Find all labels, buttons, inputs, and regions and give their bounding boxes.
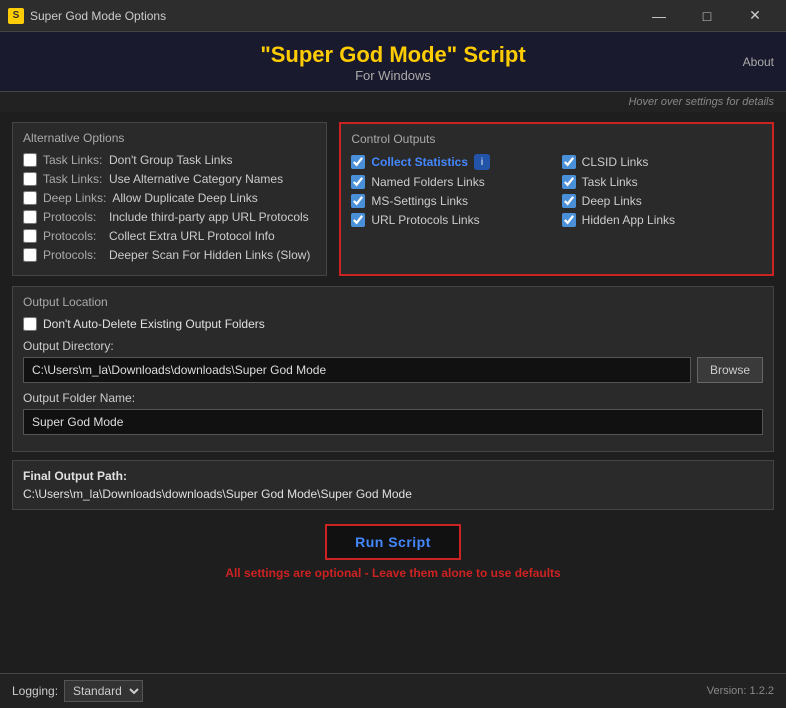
logging-row: Logging: Standard Verbose Minimal	[12, 680, 143, 702]
maximize-button[interactable]: □	[684, 0, 730, 32]
list-item: Task Links	[562, 175, 762, 189]
minimize-button[interactable]: —	[636, 0, 682, 32]
ctrl-opt-0-label: Collect Statistics	[371, 155, 468, 169]
list-item: Protocols: Include third-party app URL P…	[23, 210, 316, 224]
list-item: Task Links: Don't Group Task Links	[23, 153, 316, 167]
info-icon[interactable]: i	[474, 154, 490, 170]
final-output-section: Final Output Path: C:\Users\m_la\Downloa…	[12, 460, 774, 510]
ctrl-opt-4-checkbox[interactable]	[351, 194, 365, 208]
app-title-highlight: "Super God Mode"	[260, 42, 457, 67]
alt-opt-0-checkbox[interactable]	[23, 153, 37, 167]
hover-hint: Hover over settings for details	[0, 92, 786, 112]
output-location-section: Output Location Don't Auto-Delete Existi…	[12, 286, 774, 452]
alt-opt-5-checkbox[interactable]	[23, 248, 37, 262]
window-controls: — □ ✕	[636, 0, 778, 32]
list-item: Collect Statistics i	[351, 154, 551, 170]
app-icon: S	[8, 8, 24, 24]
footer: Logging: Standard Verbose Minimal Versio…	[0, 673, 786, 708]
ctrl-opt-3-checkbox[interactable]	[562, 175, 576, 189]
folder-name-row	[23, 409, 763, 435]
directory-input[interactable]	[23, 357, 691, 383]
ctrl-opt-6-checkbox[interactable]	[351, 213, 365, 227]
list-item: MS-Settings Links	[351, 194, 551, 208]
dont-auto-delete-row: Don't Auto-Delete Existing Output Folder…	[23, 317, 763, 331]
list-item: CLSID Links	[562, 154, 762, 170]
ctrl-opt-1-label: CLSID Links	[582, 155, 649, 169]
app-title: "Super God Mode" Script	[0, 42, 786, 68]
directory-row: Browse	[23, 357, 763, 383]
alt-opt-0-val: Don't Group Task Links	[109, 153, 232, 167]
app-header: "Super God Mode" Script For Windows Abou…	[0, 32, 786, 92]
ctrl-opt-1-checkbox[interactable]	[562, 155, 576, 169]
alt-opt-3-checkbox[interactable]	[23, 210, 37, 224]
alt-opt-1-checkbox[interactable]	[23, 172, 37, 186]
ctrl-opt-5-checkbox[interactable]	[562, 194, 576, 208]
final-output-title: Final Output Path:	[23, 469, 763, 483]
main-content: Alternative Options Task Links: Don't Gr…	[0, 112, 786, 594]
ctrl-opt-0-checkbox[interactable]	[351, 155, 365, 169]
run-area: Run Script All settings are optional - L…	[12, 520, 774, 584]
list-item: Deep Links	[562, 194, 762, 208]
alt-opt-2-key: Deep Links:	[43, 191, 106, 205]
browse-button[interactable]: Browse	[697, 357, 763, 383]
alt-opt-0-key: Task Links:	[43, 153, 103, 167]
optional-hint: All settings are optional - Leave them a…	[225, 566, 560, 580]
folder-name-input[interactable]	[23, 409, 763, 435]
output-location-title: Output Location	[23, 295, 763, 309]
alt-opt-1-val: Use Alternative Category Names	[109, 172, 283, 186]
ctrl-opt-2-checkbox[interactable]	[351, 175, 365, 189]
list-item: Protocols: Collect Extra URL Protocol In…	[23, 229, 316, 243]
list-item: Task Links: Use Alternative Category Nam…	[23, 172, 316, 186]
folder-name-label: Output Folder Name:	[23, 391, 763, 405]
app-title-suffix: Script	[457, 42, 525, 67]
final-output-path: C:\Users\m_la\Downloads\downloads\Super …	[23, 487, 763, 501]
control-outputs-title: Control Outputs	[351, 132, 762, 146]
ctrl-opt-4-label: MS-Settings Links	[371, 194, 468, 208]
dont-auto-delete-label: Don't Auto-Delete Existing Output Folder…	[43, 317, 265, 331]
list-item: Protocols: Deeper Scan For Hidden Links …	[23, 248, 316, 262]
ctrl-opt-7-checkbox[interactable]	[562, 213, 576, 227]
alt-opt-4-key: Protocols:	[43, 229, 103, 243]
alt-opt-2-checkbox[interactable]	[23, 191, 37, 205]
control-outputs-panel: Control Outputs Collect Statistics i CLS…	[339, 122, 774, 276]
alt-opt-3-val: Include third-party app URL Protocols	[109, 210, 309, 224]
window-title: Super God Mode Options	[30, 9, 636, 23]
logging-label: Logging:	[12, 684, 58, 698]
run-script-button[interactable]: Run Script	[325, 524, 461, 560]
list-item: Named Folders Links	[351, 175, 551, 189]
alt-options-title: Alternative Options	[23, 131, 316, 145]
ctrl-opt-3-label: Task Links	[582, 175, 638, 189]
alt-opt-1-key: Task Links:	[43, 172, 103, 186]
version-text: Version: 1.2.2	[707, 685, 774, 697]
alt-opt-4-val: Collect Extra URL Protocol Info	[109, 229, 275, 243]
close-button[interactable]: ✕	[732, 0, 778, 32]
ctrl-opt-7-label: Hidden App Links	[582, 213, 675, 227]
alt-opt-2-val: Allow Duplicate Deep Links	[112, 191, 257, 205]
ctrl-opt-2-label: Named Folders Links	[371, 175, 484, 189]
alt-opt-3-key: Protocols:	[43, 210, 103, 224]
control-outputs-grid: Collect Statistics i CLSID Links Named F…	[351, 154, 762, 227]
ctrl-opt-5-label: Deep Links	[582, 194, 642, 208]
options-row: Alternative Options Task Links: Don't Gr…	[12, 122, 774, 276]
list-item: URL Protocols Links	[351, 213, 551, 227]
ctrl-opt-6-label: URL Protocols Links	[371, 213, 479, 227]
title-bar: S Super God Mode Options — □ ✕	[0, 0, 786, 32]
alt-options-panel: Alternative Options Task Links: Don't Gr…	[12, 122, 327, 276]
list-item: Deep Links: Allow Duplicate Deep Links	[23, 191, 316, 205]
dont-auto-delete-checkbox[interactable]	[23, 317, 37, 331]
list-item: Hidden App Links	[562, 213, 762, 227]
app-subtitle: For Windows	[0, 68, 786, 83]
about-button[interactable]: About	[743, 55, 774, 69]
alt-opt-5-val: Deeper Scan For Hidden Links (Slow)	[109, 248, 310, 262]
alt-opt-4-checkbox[interactable]	[23, 229, 37, 243]
alt-opt-5-key: Protocols:	[43, 248, 103, 262]
directory-label: Output Directory:	[23, 339, 763, 353]
logging-select[interactable]: Standard Verbose Minimal	[64, 680, 143, 702]
